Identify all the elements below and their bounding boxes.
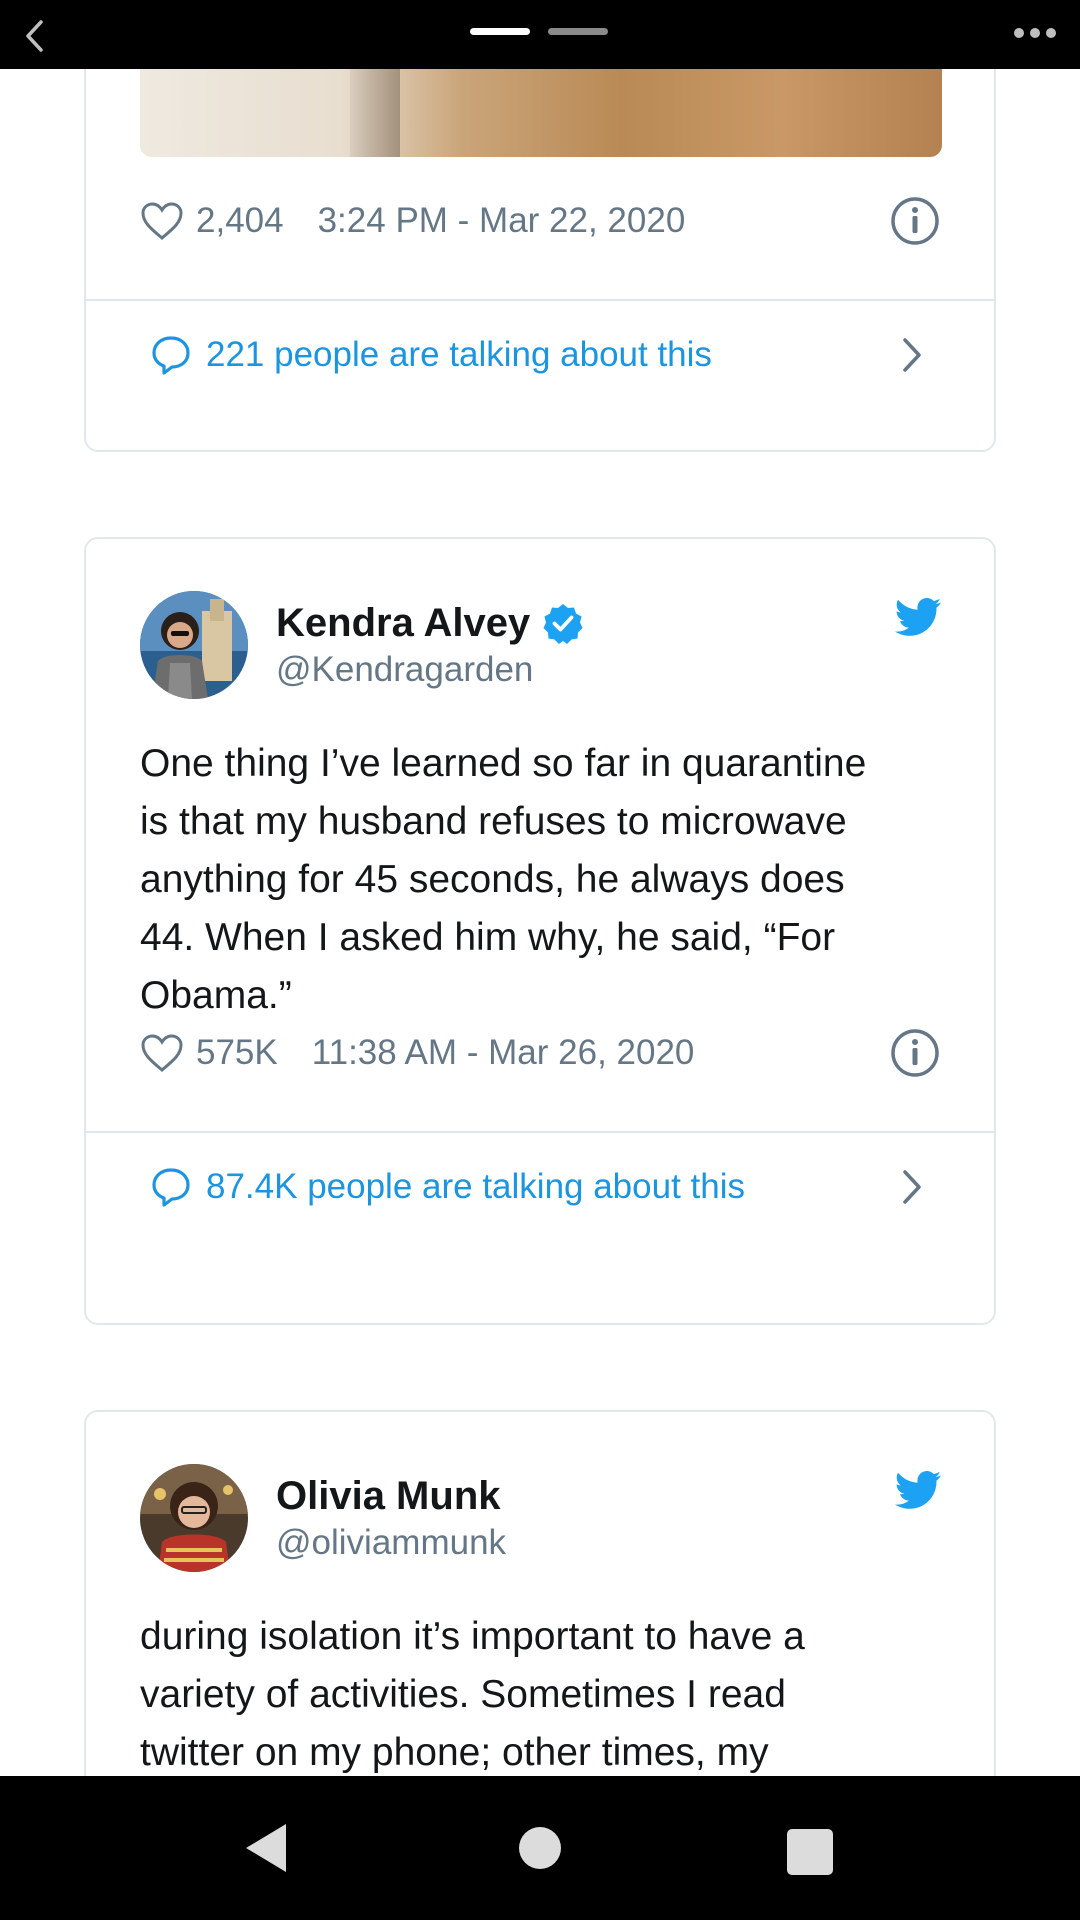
tweet-timestamp[interactable]: 3:24 PM - Mar 22, 2020 (318, 201, 686, 241)
talking-link[interactable]: 221 people are talking about this (150, 315, 712, 395)
heart-icon[interactable] (140, 1033, 184, 1073)
tweet-text: One thing I’ve learned so far in quarant… (140, 742, 867, 1017)
talking-text: 221 people are talking about this (206, 335, 712, 374)
nav-recents-icon[interactable] (787, 1829, 833, 1875)
info-icon[interactable] (890, 196, 940, 246)
tweet-card[interactable]: Kendra Alvey @Kendragarden One thing I’v… (84, 537, 996, 1325)
talking-text: 87.4K people are talking about this (206, 1167, 745, 1206)
author-name[interactable]: Olivia Munk (276, 1474, 501, 1519)
speech-bubble-icon (152, 1168, 190, 1207)
like-count: 575K (196, 1033, 278, 1072)
nav-home-icon[interactable] (519, 1827, 561, 1869)
more-dots-icon[interactable] (1014, 28, 1056, 38)
tweet-meta: 575K 11:38 AM - Mar 26, 2020 (140, 1033, 694, 1073)
author-handle[interactable]: @Kendragarden (276, 650, 584, 690)
twitter-bird-icon[interactable] (894, 1470, 942, 1512)
speech-bubble-icon (152, 336, 190, 375)
top-bar (0, 0, 1080, 69)
tweet-author[interactable]: Kendra Alvey @Kendragarden (140, 591, 584, 699)
tweet-text: during isolation it’s important to have … (140, 1615, 805, 1774)
tweet-meta: 2,404 3:24 PM - Mar 22, 2020 (140, 201, 685, 241)
system-nav-bar (0, 1776, 1080, 1920)
avatar[interactable] (140, 591, 248, 699)
avatar[interactable] (140, 1464, 248, 1572)
like-count: 2,404 (196, 201, 284, 240)
page-indicator-inactive[interactable] (548, 28, 608, 35)
divider (86, 1131, 994, 1133)
tweet-author[interactable]: Olivia Munk @oliviammunk (140, 1464, 506, 1572)
verified-badge-icon (543, 604, 583, 644)
feed[interactable]: 2,404 3:24 PM - Mar 22, 2020 221 people … (0, 69, 1080, 1776)
back-button[interactable] (14, 16, 54, 56)
heart-icon[interactable] (140, 201, 184, 241)
twitter-bird-icon[interactable] (894, 597, 942, 639)
author-handle[interactable]: @oliviammunk (276, 1523, 506, 1563)
tweet-media-image[interactable] (140, 69, 942, 157)
page-indicator-active[interactable] (470, 28, 530, 35)
chevron-right-icon[interactable] (900, 335, 924, 375)
page-indicator (470, 28, 608, 35)
tweet-card[interactable]: 2,404 3:24 PM - Mar 22, 2020 221 people … (84, 69, 996, 452)
chevron-right-icon[interactable] (900, 1167, 924, 1207)
tweet-card[interactable]: Olivia Munk @oliviammunk during isolatio… (84, 1410, 996, 1776)
talking-link[interactable]: 87.4K people are talking about this (150, 1147, 745, 1227)
tweet-timestamp[interactable]: 11:38 AM - Mar 26, 2020 (312, 1033, 695, 1073)
author-name[interactable]: Kendra Alvey (276, 601, 530, 646)
nav-back-icon[interactable] (244, 1822, 288, 1874)
divider (86, 299, 994, 301)
chevron-left-icon (26, 20, 43, 52)
info-icon[interactable] (890, 1028, 940, 1078)
